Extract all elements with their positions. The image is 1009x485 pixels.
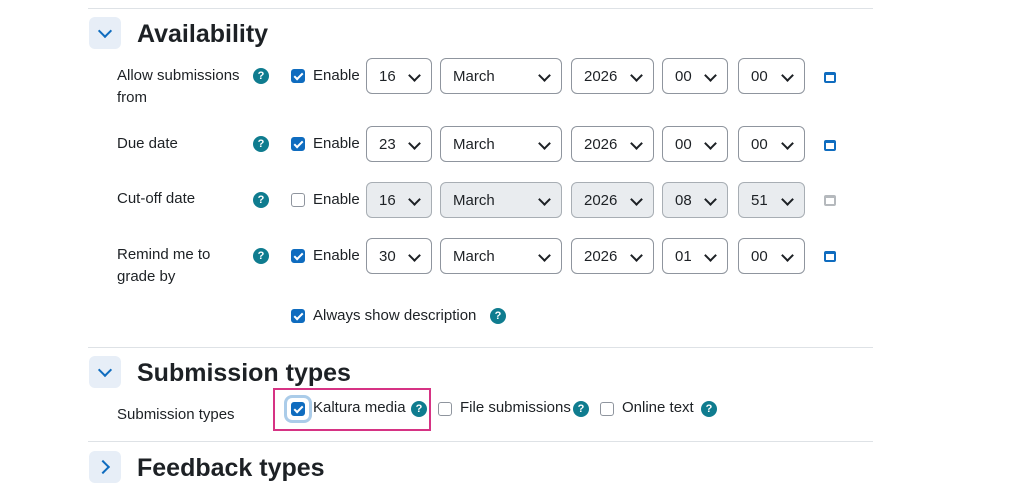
- help-icon[interactable]: ?: [253, 248, 269, 264]
- remind-to-grade-enable-checkbox[interactable]: [291, 249, 305, 263]
- help-icon[interactable]: ?: [411, 401, 427, 417]
- chevron-right-icon: [95, 459, 111, 475]
- allow-submissions-day-select[interactable]: 16: [366, 58, 432, 94]
- chevron-down-icon: [704, 137, 717, 150]
- calendar-icon: [824, 195, 836, 206]
- file-submissions-label: File submissions: [460, 399, 571, 416]
- chevron-down-icon: [408, 193, 421, 206]
- submission-types-collapse-toggle[interactable]: [89, 356, 121, 388]
- remind-to-grade-hour-select[interactable]: 01: [662, 238, 728, 274]
- chevron-down-icon: [538, 137, 551, 150]
- chevron-down-icon: [408, 137, 421, 150]
- help-icon[interactable]: ?: [253, 192, 269, 208]
- always-show-description-label: Always show description: [313, 307, 477, 324]
- help-icon[interactable]: ?: [573, 401, 589, 417]
- cut-off-date-enable-checkbox[interactable]: [291, 193, 305, 207]
- chevron-down-icon: [630, 193, 643, 206]
- due-date-day-select[interactable]: 23: [366, 126, 432, 162]
- due-date-label: Due date: [117, 135, 178, 152]
- allow-submissions-year-select[interactable]: 2026: [571, 58, 654, 94]
- allow-submissions-label: Allow submissions from: [117, 67, 240, 106]
- feedback-types-section-title: Feedback types: [137, 454, 325, 482]
- chevron-down-icon: [781, 69, 794, 82]
- cut-off-date-label: Cut-off date: [117, 190, 196, 207]
- chevron-down-icon: [538, 193, 551, 206]
- availability-collapse-toggle[interactable]: [89, 17, 121, 49]
- allow-submissions-minute-select[interactable]: 00: [738, 58, 805, 94]
- due-date-hour-select[interactable]: 00: [662, 126, 728, 162]
- cut-off-date-minute-select: 51: [738, 182, 805, 218]
- enable-label: Enable: [313, 247, 360, 264]
- chevron-down-icon: [630, 69, 643, 82]
- remind-to-grade-month-select[interactable]: March: [440, 238, 562, 274]
- chevron-down-icon: [97, 23, 113, 39]
- always-show-description-checkbox[interactable]: [291, 309, 305, 323]
- availability-section-title: Availability: [137, 20, 269, 48]
- cut-off-date-day-select: 16: [366, 182, 432, 218]
- online-text-checkbox[interactable]: [600, 402, 614, 416]
- chevron-down-icon: [408, 249, 421, 262]
- chevron-down-icon: [408, 69, 421, 82]
- feedback-types-expand-toggle[interactable]: [89, 451, 121, 483]
- chevron-down-icon: [538, 249, 551, 262]
- kaltura-media-checkbox[interactable]: [291, 402, 305, 416]
- help-icon[interactable]: ?: [490, 308, 506, 324]
- file-submissions-checkbox[interactable]: [438, 402, 452, 416]
- remind-to-grade-year-select[interactable]: 2026: [571, 238, 654, 274]
- calendar-icon[interactable]: [824, 72, 836, 83]
- enable-label: Enable: [313, 135, 360, 152]
- online-text-label: Online text: [622, 399, 694, 416]
- chevron-down-icon: [630, 249, 643, 262]
- enable-label: Enable: [313, 67, 360, 84]
- chevron-down-icon: [781, 137, 794, 150]
- chevron-down-icon: [704, 193, 717, 206]
- remind-to-grade-day-select[interactable]: 30: [366, 238, 432, 274]
- enable-label: Enable: [313, 191, 360, 208]
- allow-submissions-hour-select[interactable]: 00: [662, 58, 728, 94]
- chevron-down-icon: [97, 362, 113, 378]
- allow-submissions-month-select[interactable]: March: [440, 58, 562, 94]
- cut-off-date-month-select: March: [440, 182, 562, 218]
- help-icon[interactable]: ?: [253, 136, 269, 152]
- chevron-down-icon: [704, 69, 717, 82]
- due-date-year-select[interactable]: 2026: [571, 126, 654, 162]
- calendar-icon[interactable]: [824, 140, 836, 151]
- submission-types-label: Submission types: [117, 406, 235, 423]
- chevron-down-icon: [538, 69, 551, 82]
- chevron-down-icon: [704, 249, 717, 262]
- allow-submissions-enable-checkbox[interactable]: [291, 69, 305, 83]
- due-date-minute-select[interactable]: 00: [738, 126, 805, 162]
- help-icon[interactable]: ?: [701, 401, 717, 417]
- calendar-icon[interactable]: [824, 251, 836, 262]
- due-date-enable-checkbox[interactable]: [291, 137, 305, 151]
- chevron-down-icon: [630, 137, 643, 150]
- remind-to-grade-minute-select[interactable]: 00: [738, 238, 805, 274]
- remind-to-grade-label: Remind me to grade by: [117, 246, 211, 285]
- cut-off-date-year-select: 2026: [571, 182, 654, 218]
- cut-off-date-hour-select: 08: [662, 182, 728, 218]
- chevron-down-icon: [781, 249, 794, 262]
- section-divider: [88, 347, 873, 348]
- section-divider: [88, 8, 873, 9]
- kaltura-media-label: Kaltura media: [313, 399, 406, 416]
- section-divider: [88, 441, 873, 442]
- submission-types-section-title: Submission types: [137, 359, 351, 387]
- chevron-down-icon: [781, 193, 794, 206]
- due-date-month-select[interactable]: March: [440, 126, 562, 162]
- help-icon[interactable]: ?: [253, 68, 269, 84]
